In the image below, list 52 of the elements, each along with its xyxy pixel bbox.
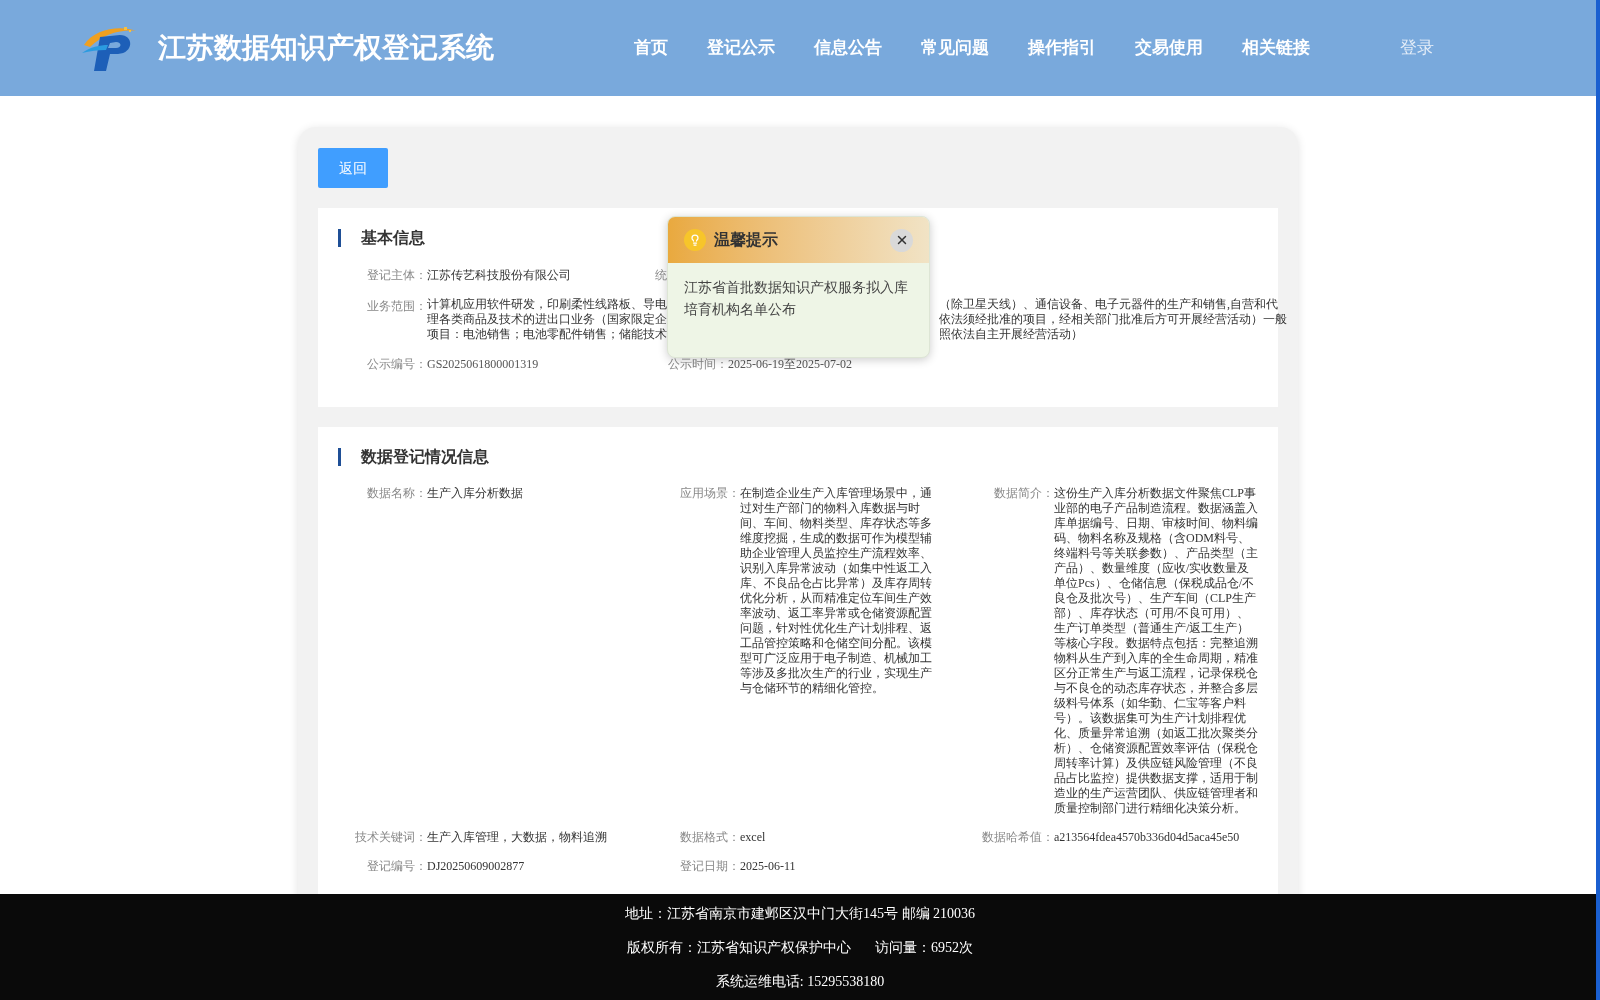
field-label: 数据格式： (679, 830, 740, 845)
nav-link[interactable]: 交易使用 (1135, 35, 1203, 61)
footer-text: 地址：江苏省南京市建邺区汉中门大街145号 邮编 210036 (625, 904, 975, 923)
field-label: 技术关键词： (354, 830, 427, 845)
field-value: 生产入库管理，大数据，物料追溯 (427, 830, 608, 845)
field-value: 江苏传艺科技股份有限公司 (427, 267, 572, 284)
footer-text: 系统运维电话: 15295538180 (715, 972, 885, 991)
nav-link[interactable]: 首页 (634, 35, 668, 61)
back-button[interactable]: 返回 (318, 148, 388, 188)
field-label: 数据名称： (366, 486, 427, 502)
footer-text: 访问量：6952次 (875, 938, 973, 957)
field-value: 生产入库分析数据 (427, 486, 524, 502)
scope-text: 理各类商品及技术的进出口业务（国家限定企 (427, 312, 667, 327)
site-title: 江苏数据知识产权登记系统 (158, 31, 494, 65)
nav-link[interactable]: 相关链接 (1242, 35, 1310, 61)
nav-link[interactable]: 操作指引 (1028, 35, 1096, 61)
field-value: GS2025061800001319 (427, 356, 540, 373)
field-label: 数据简介： (993, 486, 1054, 502)
section-title: 基本信息 (361, 228, 425, 248)
footer-text: 版权所有：江苏省知识产权保护中心 (627, 938, 851, 957)
field-value: DJ20250609002877 (427, 859, 526, 874)
scope-text: （除卫星天线）、通信设备、电子元器件的生产和销售,自营和代 (939, 297, 1279, 312)
bulb-icon (684, 229, 706, 251)
section-bar (338, 229, 341, 247)
scope-text: 计算机应用软件研发，印刷柔性线路板、导电 (427, 297, 667, 312)
nav-link[interactable]: 常见问题 (921, 35, 989, 61)
field-label: 应用场景： (679, 486, 740, 502)
field-value: a213564fdea4570b336d04d5aca45e50 (1054, 830, 1241, 845)
field-label: 登记主体： (366, 267, 427, 284)
popup-title: 温馨提示 (714, 230, 778, 250)
nav-link[interactable]: 登记公示 (707, 35, 775, 61)
section-bar (338, 448, 341, 466)
popup-message: 江苏省首批数据知识产权服务拟入库培育机构名单公布 (683, 279, 909, 319)
field-value: 在制造企业生产入库管理场景中，通过对生产部门的物料入库数据与时间、车间、物料类型、库存状态等多维度挖掘，生成的数据可作为模型辅助企业管理人员监控生产流程效率、识别入库异常波动（如集中性返工入库、不良品仓占比异常）及库存周转优化分析，从而精准定位车间生产效率波动、返工率异常或仓储资源配置问题，针对性优化生产计划排程、返工品管控策略和仓储空间分配。该模型可广泛应用于电子制造、机械加工等涉及多批次生产的行业，实现生产与仓储环节的精细化管控。 (740, 486, 933, 697)
field-value: 2025-06-11 (740, 859, 797, 874)
field-label: 业务范围： (366, 298, 427, 315)
field-value: 2025-06-19至2025-07-02 (728, 356, 852, 373)
scope-text: 照依法自主开展经营活动） (939, 327, 1084, 342)
scope-text: 项目：电池销售；电池零配件销售；储能技术 (427, 327, 667, 342)
field-label: 公示编号： (366, 356, 427, 373)
field-label: 统 (655, 267, 667, 284)
nav-link[interactable]: 信息公告 (814, 35, 882, 61)
section-title: 数据登记情况信息 (361, 447, 489, 467)
scope-text: 依法须经批准的项目，经相关部门批准后方可开展经营活动）一般 (939, 312, 1287, 327)
field-label: 登记日期： (679, 859, 740, 874)
field-label: 数据哈希值： (981, 830, 1054, 845)
close-button[interactable] (890, 228, 913, 252)
field-value: 这份生产入库分析数据文件聚焦CLP事业部的电子产品制造流程。数据涵盖入库单据编号、日期、审核时间、物料编码、物料名称及规格（含ODM料号、终端料号等关联参数）、产品类型（主产品）、数量维度（应收/实收数量及单位Pcs）、仓储信息（保税成品仓/不良仓及批次号）、生产车间（CLP生产部）、库存状态（可用/不良可用）、生产订单类型（普通生产/返工生产）等核心字段。数据特点包括：完整追溯物料从生产到入库的全生命周期，精准区分正常生产与返工流程，记录保税仓与不良仓的动态库存状态，并整合多层级料号体系（如华勤、仁宝等客户料号）。该数据集可为生产计划排程优化、质量异常追溯（如返工批次聚类分析）、仓储资源配置效率评估（保税仓周转率计算）及供应链风险管理（不良品占比监控）提供数据支撑，适用于制造业的生产运营团队、供应链管理者和质量控制部门进行精细化决策分析。 (1054, 486, 1259, 816)
field-label: 公示时间： (668, 356, 728, 373)
login-link[interactable]: 登录 (1400, 35, 1434, 61)
field-value: excel (740, 830, 767, 845)
field-label: 登记编号： (366, 859, 427, 874)
